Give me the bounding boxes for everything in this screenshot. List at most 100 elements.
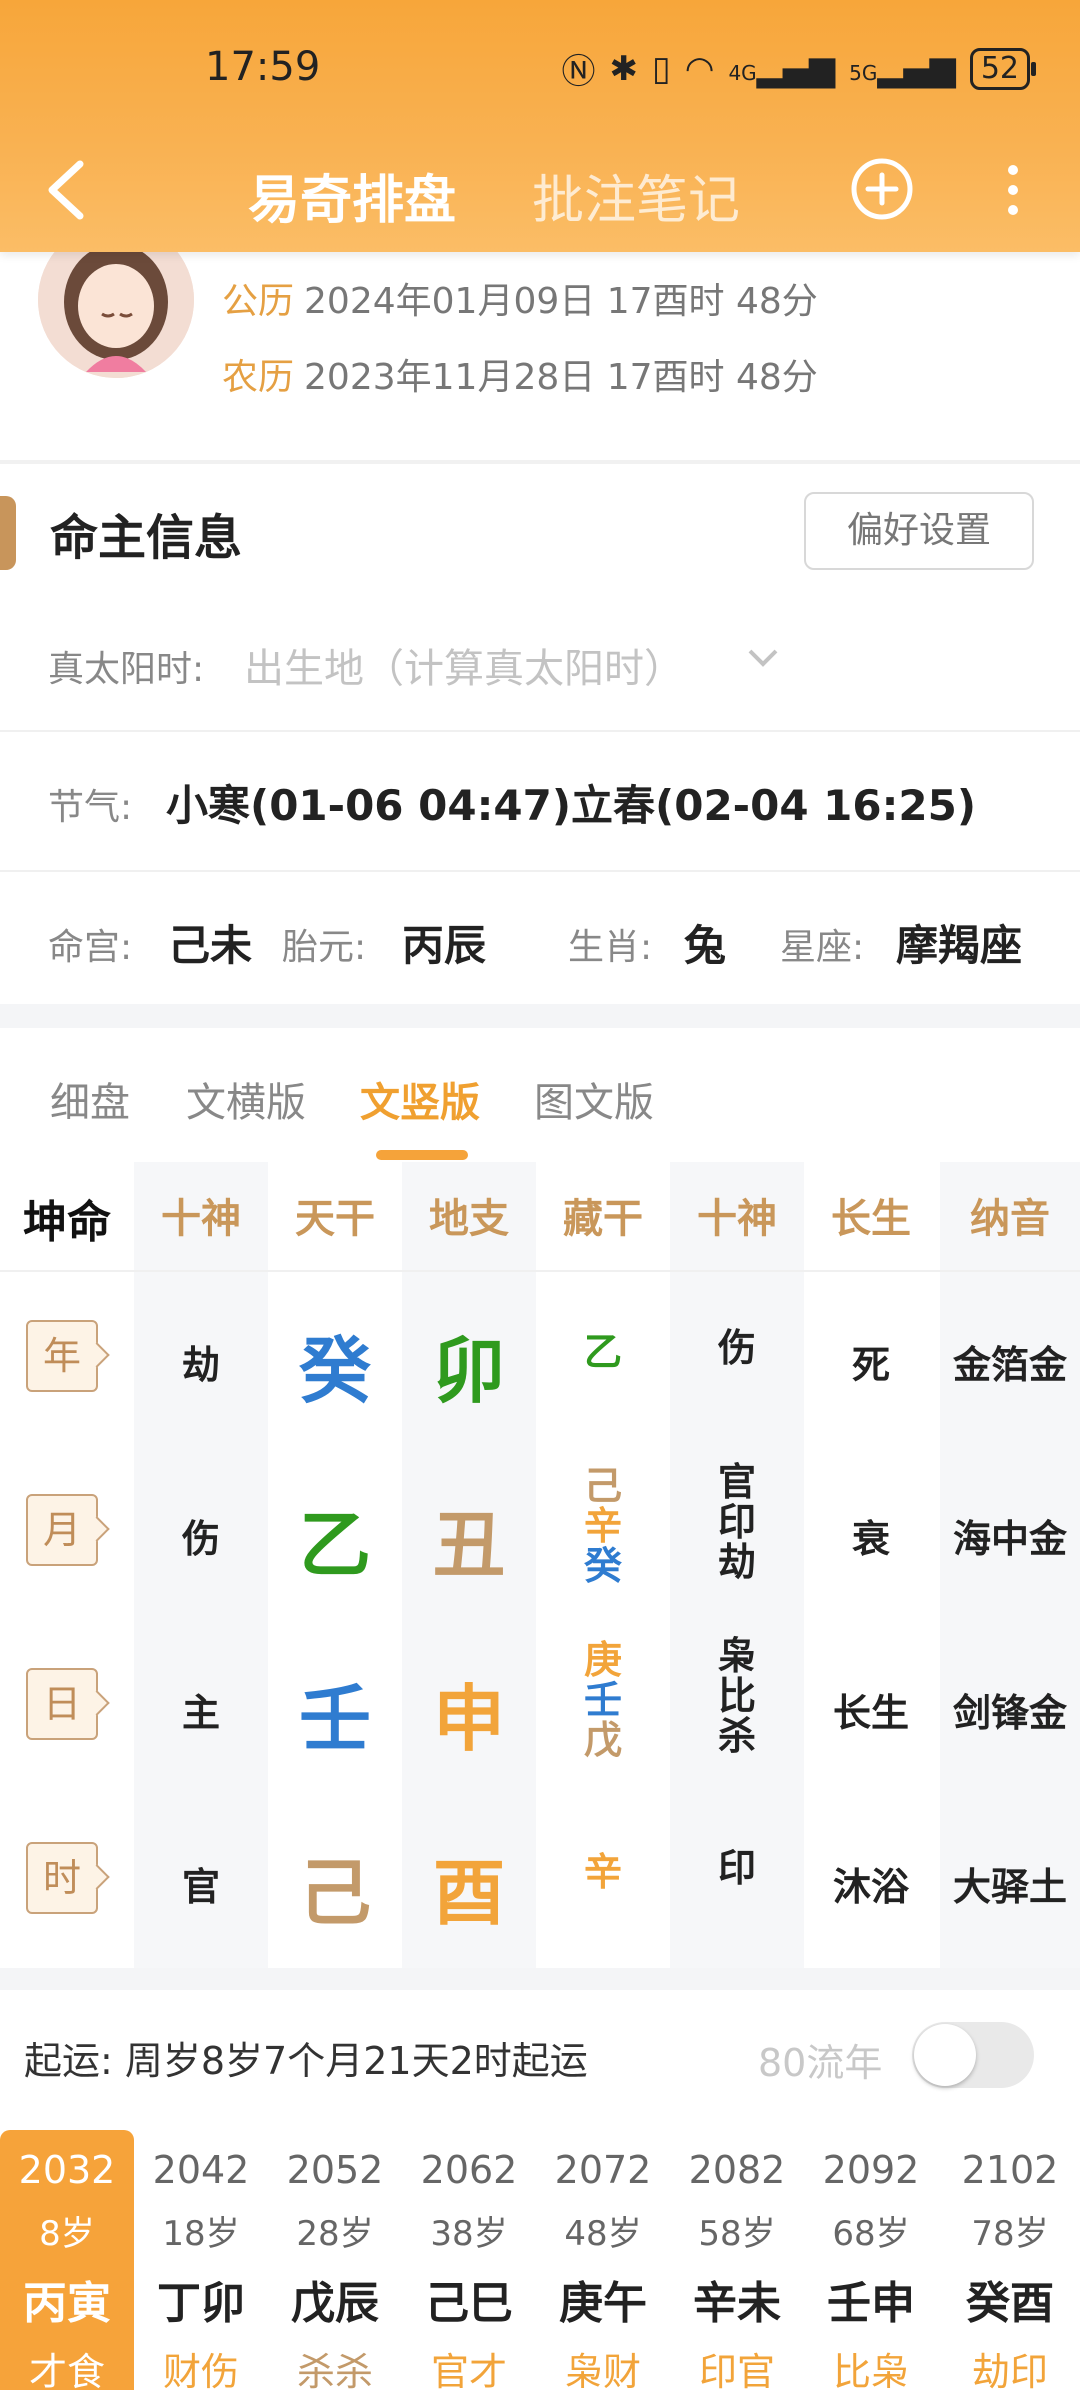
tab-xipan[interactable]: 细盘 xyxy=(50,1070,130,1128)
birthplace-select[interactable]: 出生地（计算真太阳时） xyxy=(244,636,684,694)
dayun-ganzhi: 庚午 xyxy=(559,2278,647,2329)
year-dizhi: 卯 xyxy=(432,1329,505,1413)
jieqi-value: 小寒(01-06 04:47)立春(02-04 16:25) xyxy=(166,781,977,830)
year-changsheng: 死 xyxy=(851,1343,890,1387)
signal-5g-icon: 5G▂▄▆ xyxy=(849,48,956,89)
lunar-value: 2023年11月28日 17酉时 48分 xyxy=(304,357,818,398)
solar-time-label: 真太阳时: xyxy=(48,649,205,690)
cg-shishen-char: 枭 xyxy=(717,1634,756,1678)
pillar-hour-tag: 时 xyxy=(26,1842,98,1914)
canggan-char: 辛 xyxy=(583,1504,622,1548)
tab-wenheng[interactable]: 文横版 xyxy=(186,1070,306,1128)
section-gap xyxy=(0,1004,1080,1028)
cg-shishen-char: 比 xyxy=(717,1674,756,1718)
dayun-item[interactable]: 2062 38岁 己巳 官才 xyxy=(402,2130,536,2394)
day-tiangan: 壬 xyxy=(298,1677,371,1761)
divider xyxy=(0,1270,1080,1272)
hour-nayin: 大驿土 xyxy=(952,1865,1067,1909)
cg-shishen-char: 官 xyxy=(717,1460,756,1504)
canggan-char: 戊 xyxy=(583,1718,622,1762)
month-nayin: 海中金 xyxy=(952,1517,1067,1561)
tab-yiqi-paipan[interactable]: 易奇排盘 xyxy=(248,158,456,233)
back-icon[interactable] xyxy=(38,150,98,230)
tab-wenshu[interactable]: 文竖版 xyxy=(360,1070,480,1128)
dayun-ganzhi: 戊辰 xyxy=(291,2278,379,2329)
column-background xyxy=(940,1162,1080,1968)
dayun-year: 2082 xyxy=(688,2148,786,2192)
canggan-char: 壬 xyxy=(583,1678,622,1722)
minggong-value: 己未 xyxy=(168,921,253,970)
add-icon[interactable] xyxy=(850,157,914,221)
dayun-item[interactable]: 2072 48岁 庚午 枭财 xyxy=(536,2130,670,2394)
xingzuo-label: 星座: xyxy=(780,927,865,968)
month-dizhi: 丑 xyxy=(432,1503,505,1587)
status-icons: Ⓝ ✱ ▯ ◠ 4G▂▄▆ 5G▂▄▆ 52 xyxy=(561,44,1037,93)
profile-card: 公历 2024年01月09日 17酉时 48分 农历 2023年11月28日 17酉… xyxy=(0,222,1080,460)
battery-icon: 52 xyxy=(969,47,1037,90)
dayun-item[interactable]: 2052 28岁 戊辰 杀杀 xyxy=(268,2130,402,2394)
pillar-day-tag: 日 xyxy=(26,1668,98,1740)
dayun-ganzhi: 辛未 xyxy=(693,2278,781,2329)
tab-tuwen[interactable]: 图文版 xyxy=(534,1070,654,1128)
header-kunming: 坤命 xyxy=(23,1197,111,1248)
bluetooth-icon: ✱ xyxy=(609,48,639,89)
year-nayin: 金箔金 xyxy=(952,1343,1067,1387)
taiyuan-label: 胎元: xyxy=(282,927,367,968)
dayun-item[interactable]: 2042 18岁 丁卯 财伤 xyxy=(134,2130,268,2394)
dayun-year: 2092 xyxy=(822,2148,920,2192)
nfc-icon: Ⓝ xyxy=(561,52,596,92)
hour-tiangan: 己 xyxy=(298,1851,371,1935)
taiyuan-value: 丙辰 xyxy=(402,921,487,970)
header-changsheng: 长生 xyxy=(831,1196,911,1242)
lunar-label: 农历 xyxy=(222,357,295,398)
year-canggan: 乙 xyxy=(536,1332,670,1372)
dayun-item[interactable]: 2082 58岁 辛未 印官 xyxy=(670,2130,804,2394)
header-tiangan: 天干 xyxy=(295,1196,375,1242)
dayun-year: 2032 xyxy=(18,2148,116,2192)
liunian-toggle[interactable] xyxy=(912,2022,1034,2088)
vibrate-icon: ▯ xyxy=(652,48,671,89)
dayun-shishen: 财伤 xyxy=(162,2350,239,2394)
lunar-date: 农历 2023年11月28日 17酉时 48分 xyxy=(222,348,818,400)
dayun-age: 38岁 xyxy=(430,2214,508,2254)
day-changsheng: 长生 xyxy=(832,1691,909,1735)
tab-annotation-notes[interactable]: 批注笔记 xyxy=(532,158,740,233)
dayun-year: 2072 xyxy=(554,2148,652,2192)
app-header: 17:59 Ⓝ ✱ ▯ ◠ 4G▂▄▆ 5G▂▄▆ 52 易奇排盘 批注笔记 xyxy=(0,0,1080,252)
canggan-char: 己 xyxy=(583,1464,622,1508)
header-dizhi: 地支 xyxy=(429,1196,509,1242)
cg-shishen-char: 伤 xyxy=(717,1326,756,1370)
dayun-item[interactable]: 2032 8岁 丙寅 才食 xyxy=(0,2130,134,2394)
section-gap xyxy=(0,1968,1080,1990)
shengxiao-value: 兔 xyxy=(684,921,727,970)
dayun-item[interactable]: 2092 68岁 壬申 比枭 xyxy=(804,2130,938,2394)
preference-settings-button[interactable]: 偏好设置 xyxy=(804,492,1034,570)
qiyun-text: 起运: 周岁8岁7个月21天2时起运 xyxy=(24,2039,588,2083)
dayun-shishen: 枭财 xyxy=(564,2350,641,2394)
dayun-ganzhi: 丁卯 xyxy=(157,2278,245,2329)
day-nayin: 剑锋金 xyxy=(952,1691,1067,1735)
dayun-item[interactable]: 2102 78岁 癸酉 劫印 xyxy=(940,2130,1080,2394)
header-nayin: 纳音 xyxy=(970,1196,1050,1242)
liunian-label: 80流年 xyxy=(758,2041,883,2085)
month-canggan: 己 辛 癸 xyxy=(536,1466,670,1586)
dayun-ganzhi: 己巳 xyxy=(425,2278,513,2329)
dayun-year: 2062 xyxy=(420,2148,518,2192)
dayun-age: 58岁 xyxy=(698,2214,776,2254)
solar-value: 2024年01月09日 17酉时 48分 xyxy=(304,281,818,322)
dayun-age: 78岁 xyxy=(971,2214,1049,2254)
jieqi-label: 节气: xyxy=(48,787,133,828)
month-changsheng: 衰 xyxy=(851,1517,890,1561)
cg-shishen-char: 印 xyxy=(717,1500,756,1544)
year-shishen: 劫 xyxy=(181,1343,220,1387)
more-icon[interactable] xyxy=(998,160,1028,220)
status-bar: 17:59 Ⓝ ✱ ▯ ◠ 4G▂▄▆ 5G▂▄▆ 52 xyxy=(0,0,1080,132)
dayun-shishen: 杀杀 xyxy=(296,2350,373,2394)
status-time: 17:59 xyxy=(205,44,321,90)
day-shishen: 主 xyxy=(181,1691,220,1735)
cg-shishen-char: 杀 xyxy=(717,1714,756,1758)
chevron-down-icon[interactable] xyxy=(746,646,780,674)
canggan-char: 庚 xyxy=(583,1638,622,1682)
hour-changsheng: 沐浴 xyxy=(832,1865,909,1909)
month-shishen: 伤 xyxy=(181,1517,220,1561)
